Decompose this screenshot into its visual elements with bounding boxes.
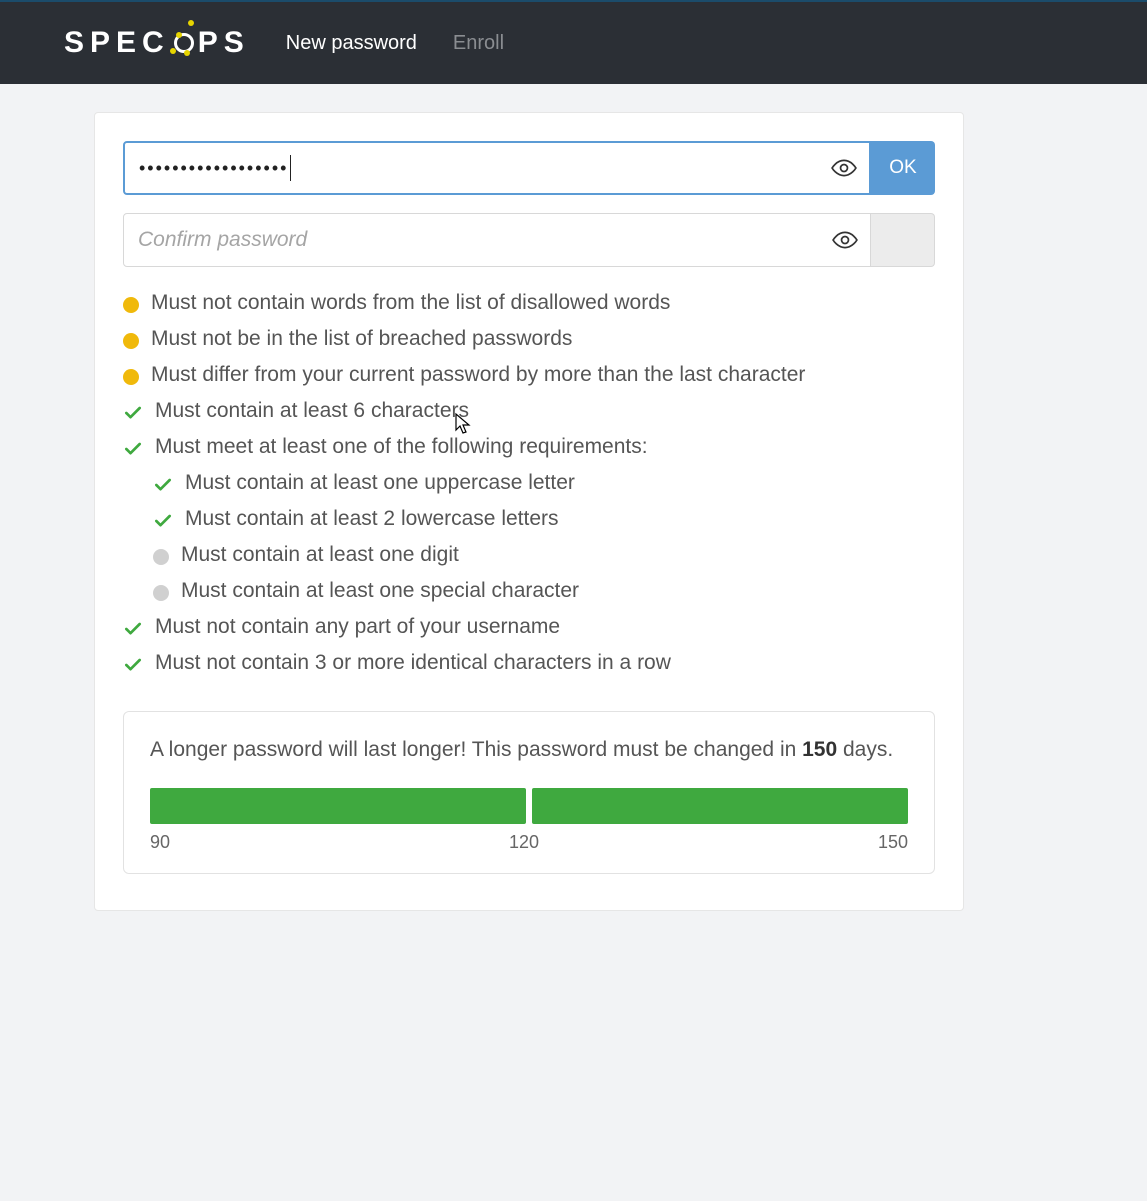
- confirm-row: Confirm password: [123, 213, 935, 267]
- rule-text: Must contain at least one special charac…: [181, 579, 579, 603]
- confirm-placeholder: Confirm password: [138, 228, 307, 252]
- rule-text: Must differ from your current password b…: [151, 363, 805, 387]
- eye-icon[interactable]: [831, 155, 857, 181]
- rule-item: Must not contain 3 or more identical cha…: [123, 645, 935, 681]
- expiry-text: A longer password will last longer! This…: [150, 734, 908, 766]
- check-icon: [123, 403, 143, 423]
- check-icon: [123, 655, 143, 675]
- check-icon: [123, 439, 143, 459]
- rule-text: Must not contain any part of your userna…: [155, 615, 560, 639]
- expiry-bars: [150, 788, 908, 824]
- expiry-bar-segment: [532, 788, 908, 824]
- rules-list: Must not contain words from the list of …: [123, 285, 935, 681]
- brand-logo: SPEC PS: [64, 26, 250, 60]
- rule-item: Must contain at least one special charac…: [123, 573, 935, 609]
- nav-enroll[interactable]: Enroll: [453, 32, 504, 55]
- neutral-dot-icon: [153, 585, 169, 601]
- confirm-ok-button-disabled: [871, 213, 935, 267]
- tick-label: 90: [150, 832, 170, 853]
- rule-item: Must not contain any part of your userna…: [123, 609, 935, 645]
- tick-label: 150: [878, 832, 908, 853]
- rule-text: Must not contain words from the list of …: [151, 291, 670, 315]
- rule-text: Must contain at least one uppercase lett…: [185, 471, 575, 495]
- pending-dot-icon: [123, 297, 139, 313]
- pending-dot-icon: [123, 369, 139, 385]
- ok-button[interactable]: OK: [871, 141, 935, 195]
- rule-text: Must not contain 3 or more identical cha…: [155, 651, 671, 675]
- tick-label: 120: [509, 832, 539, 853]
- rule-item: Must meet at least one of the following …: [123, 429, 935, 465]
- eye-icon[interactable]: [832, 227, 858, 253]
- rule-item: Must contain at least 2 lowercase letter…: [123, 501, 935, 537]
- rule-text: Must not be in the list of breached pass…: [151, 327, 572, 351]
- confirm-password-input[interactable]: Confirm password: [123, 213, 871, 267]
- rule-item: Must contain at least 6 characters: [123, 393, 935, 429]
- top-bar: SPEC PS New password Enroll: [0, 0, 1147, 84]
- expiry-bar-segment: [150, 788, 526, 824]
- expiry-ticks: 90 120 150: [150, 832, 908, 853]
- rule-text: Must meet at least one of the following …: [155, 435, 648, 459]
- check-icon: [153, 475, 173, 495]
- rule-item: Must contain at least one uppercase lett…: [123, 465, 935, 501]
- rule-item: Must not contain words from the list of …: [123, 285, 935, 321]
- password-input[interactable]: ••••••••••••••••••: [123, 141, 871, 195]
- rule-item: Must differ from your current password b…: [123, 357, 935, 393]
- rule-text: Must contain at least 2 lowercase letter…: [185, 507, 559, 531]
- check-icon: [153, 511, 173, 531]
- rule-text: Must contain at least 6 characters: [155, 399, 469, 423]
- text-caret: [290, 155, 291, 181]
- password-row: •••••••••••••••••• OK: [123, 141, 935, 195]
- nav-new-password[interactable]: New password: [286, 32, 417, 55]
- password-card: •••••••••••••••••• OK Confirm password M…: [94, 112, 964, 911]
- expiry-box: A longer password will last longer! This…: [123, 711, 935, 874]
- rule-item: Must not be in the list of breached pass…: [123, 321, 935, 357]
- password-masked-value: ••••••••••••••••••: [139, 158, 288, 179]
- neutral-dot-icon: [153, 549, 169, 565]
- check-icon: [123, 619, 143, 639]
- pending-dot-icon: [123, 333, 139, 349]
- rule-item: Must contain at least one digit: [123, 537, 935, 573]
- rule-text: Must contain at least one digit: [181, 543, 459, 567]
